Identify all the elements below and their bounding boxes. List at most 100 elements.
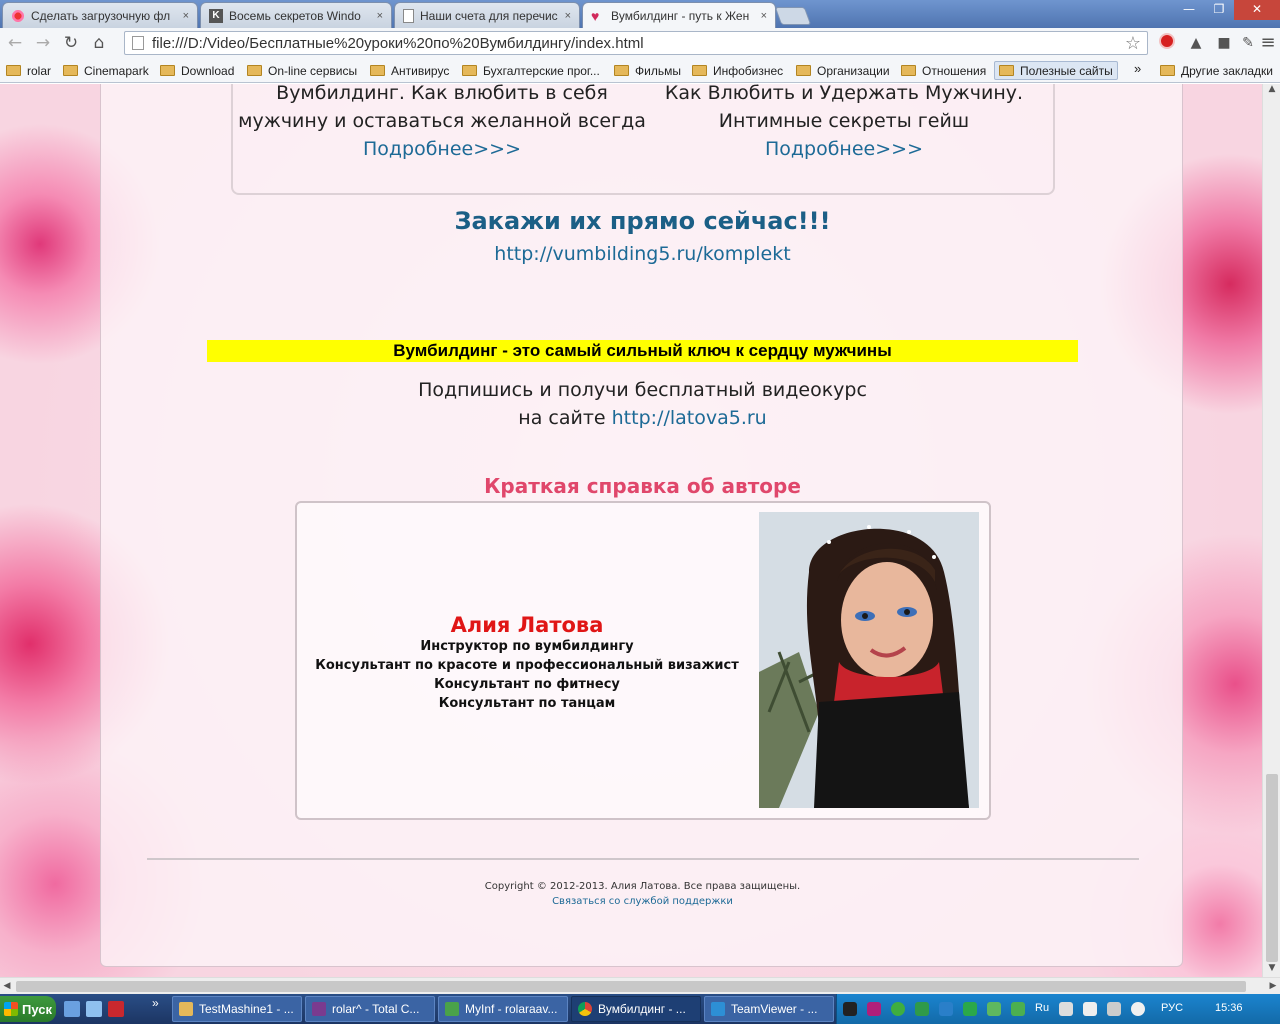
close-window-button[interactable]: ✕ bbox=[1234, 0, 1280, 20]
taskbar-item[interactable]: TeamViewer - ... bbox=[704, 996, 834, 1022]
footer-divider bbox=[147, 858, 1139, 860]
tray-app-icon[interactable] bbox=[939, 1002, 953, 1016]
myinf-icon bbox=[445, 1002, 459, 1016]
folder-icon bbox=[796, 65, 811, 76]
folder-icon bbox=[692, 65, 707, 76]
tab-title: Восемь секретов Windo bbox=[229, 8, 361, 23]
book-title-line: Как Влюбить и Удержать Мужчину. bbox=[664, 84, 1024, 104]
menu-icon[interactable]: ≡ bbox=[1258, 33, 1278, 53]
minimize-button[interactable]: — bbox=[1174, 0, 1204, 20]
puzzle-extension-icon[interactable]: ▲ bbox=[1186, 33, 1206, 53]
bookmark-folder[interactable]: Отношения bbox=[901, 61, 986, 80]
tab-close-icon[interactable]: × bbox=[377, 10, 383, 22]
volume-icon[interactable] bbox=[1131, 1002, 1145, 1016]
bookmark-folder[interactable]: Download bbox=[160, 61, 234, 80]
tray-app-icon[interactable] bbox=[1059, 1002, 1073, 1016]
bookmark-folder[interactable]: On-line сервисы bbox=[247, 61, 357, 80]
scroll-right-arrow-icon[interactable]: ▶ bbox=[1266, 978, 1280, 995]
network-icon[interactable] bbox=[1083, 1002, 1097, 1016]
restore-button[interactable]: ❐ bbox=[1204, 0, 1234, 20]
tab-4-active[interactable]: ♥ Вумбилдинг - путь к Жен × bbox=[582, 2, 776, 28]
page-viewport: Вумбилдинг. Как влюбить в себя мужчину и… bbox=[0, 84, 1262, 977]
tray-app-icon[interactable] bbox=[963, 1002, 977, 1016]
tray-app-icon[interactable] bbox=[1011, 1002, 1025, 1016]
tray-app-icon[interactable] bbox=[915, 1002, 929, 1016]
horizontal-scrollbar[interactable]: ◀ ▶ bbox=[0, 977, 1280, 994]
bookmark-label: Организации bbox=[817, 63, 890, 78]
bookmark-folder[interactable]: Бухгалтерские прог... bbox=[462, 61, 600, 80]
support-link[interactable]: Связаться со службой поддержки bbox=[101, 896, 1184, 907]
home-button[interactable]: ⌂ bbox=[86, 30, 112, 56]
scroll-up-arrow-icon[interactable]: ▲ bbox=[1263, 84, 1280, 98]
start-button[interactable]: Пуск bbox=[0, 996, 56, 1022]
tray-app-icon[interactable] bbox=[1107, 1002, 1121, 1016]
bookmarks-bar: rolar Cinemapark Download On-line сервис… bbox=[0, 58, 1280, 83]
show-desktop-icon[interactable] bbox=[64, 1001, 80, 1017]
taskbar-item-active[interactable]: Вумбилдинг - ... bbox=[571, 996, 701, 1022]
tray-language-indicator[interactable]: Ru bbox=[1035, 1002, 1049, 1014]
folder-icon bbox=[179, 1002, 193, 1016]
author-portrait-illustration bbox=[759, 512, 979, 808]
back-button[interactable]: ← bbox=[2, 30, 28, 56]
clock[interactable]: 15:36 bbox=[1215, 1002, 1243, 1014]
url-text[interactable]: file:///D:/Video/Бесплатные%20уроки%20по… bbox=[152, 35, 1125, 52]
taskbar-item[interactable]: rolar^ - Total C... bbox=[305, 996, 435, 1022]
subscribe-link[interactable]: http://latova5.ru bbox=[612, 407, 767, 429]
copyright-text: Copyright © 2012-2013. Алия Латова. Все … bbox=[484, 881, 801, 892]
total-commander-icon bbox=[312, 1002, 326, 1016]
extension-icon[interactable]: ■ bbox=[1214, 33, 1234, 53]
bookmark-folder[interactable]: Инфобизнес bbox=[692, 61, 783, 80]
vertical-scroll-thumb[interactable] bbox=[1266, 774, 1278, 962]
heart-favicon-icon: ♥ bbox=[591, 7, 600, 24]
scroll-left-arrow-icon[interactable]: ◀ bbox=[0, 978, 14, 995]
bookmark-label: Инфобизнес bbox=[713, 63, 784, 78]
folder-icon bbox=[6, 65, 21, 76]
bookmark-folder[interactable]: Cinemapark bbox=[63, 61, 149, 80]
tab-1[interactable]: Сделать загрузочную фл × bbox=[2, 2, 198, 28]
tab-strip: Сделать загрузочную фл × K Восемь секрет… bbox=[0, 0, 1280, 28]
order-link[interactable]: http://vumbilding5.ru/komplekt bbox=[101, 243, 1184, 265]
bookmark-folder[interactable]: Фильмы bbox=[614, 61, 681, 80]
book-title-line: мужчину и оставаться желанной всегда bbox=[238, 110, 646, 132]
quicklaunch-icon[interactable] bbox=[86, 1001, 102, 1017]
more-link[interactable]: Подробнее>>> bbox=[639, 135, 1049, 163]
bookmark-label: Антивирус bbox=[391, 63, 450, 78]
horizontal-scroll-thumb[interactable] bbox=[16, 981, 1246, 992]
bookmark-folder[interactable]: Организации bbox=[796, 61, 890, 80]
tools-extension-icon[interactable]: ✎ bbox=[1238, 33, 1258, 53]
tab-2[interactable]: K Восемь секретов Windo × bbox=[200, 2, 392, 28]
taskbar-item-label: rolar^ - Total C... bbox=[332, 1002, 420, 1016]
reload-button[interactable]: ↻ bbox=[58, 30, 84, 56]
address-bar[interactable]: file:///D:/Video/Бесплатные%20уроки%20по… bbox=[124, 31, 1148, 55]
scroll-down-arrow-icon[interactable]: ▼ bbox=[1263, 963, 1280, 977]
keyboard-language[interactable]: РУС bbox=[1161, 1002, 1183, 1014]
bookmark-label: Полезные сайты bbox=[1020, 63, 1113, 78]
adblock-extension-icon[interactable] bbox=[1157, 33, 1177, 53]
tray-app-icon[interactable] bbox=[867, 1002, 881, 1016]
taskbar-item[interactable]: TestMashine1 - ... bbox=[172, 996, 302, 1022]
tray-app-icon[interactable] bbox=[843, 1002, 857, 1016]
tab-close-icon[interactable]: × bbox=[761, 10, 767, 22]
quicklaunch-overflow-icon[interactable]: » bbox=[152, 996, 159, 1010]
bookmark-label: Cinemapark bbox=[84, 63, 149, 78]
tab-close-icon[interactable]: × bbox=[183, 10, 189, 22]
other-bookmarks-folder[interactable]: Другие закладки bbox=[1160, 61, 1273, 80]
taskbar-item-label: Вумбилдинг - ... bbox=[598, 1002, 686, 1016]
bookmark-label: Отношения bbox=[922, 63, 987, 78]
tab-3[interactable]: Наши счета для перечис × bbox=[394, 2, 580, 28]
quicklaunch-icon[interactable] bbox=[108, 1001, 124, 1017]
new-tab-button[interactable] bbox=[774, 7, 812, 25]
tray-app-icon[interactable] bbox=[987, 1002, 1001, 1016]
bookmark-folder[interactable]: rolar bbox=[6, 61, 51, 80]
taskbar-item-label: TestMashine1 - ... bbox=[199, 1002, 294, 1016]
tab-close-icon[interactable]: × bbox=[565, 10, 571, 22]
vertical-scrollbar[interactable]: ▲ ▼ bbox=[1262, 84, 1280, 977]
bookmark-folder-selected[interactable]: Полезные сайты bbox=[994, 61, 1118, 80]
bookmark-star-icon[interactable]: ☆ bbox=[1125, 33, 1141, 54]
forward-button[interactable]: → bbox=[30, 30, 56, 56]
tray-info-icon[interactable] bbox=[891, 1002, 905, 1016]
taskbar-item[interactable]: MyInf - rolaraav... bbox=[438, 996, 568, 1022]
bookmarks-overflow-chevron[interactable]: » bbox=[1134, 61, 1141, 76]
more-link[interactable]: Подробнее>>> bbox=[237, 135, 647, 163]
bookmark-folder[interactable]: Антивирус bbox=[370, 61, 449, 80]
